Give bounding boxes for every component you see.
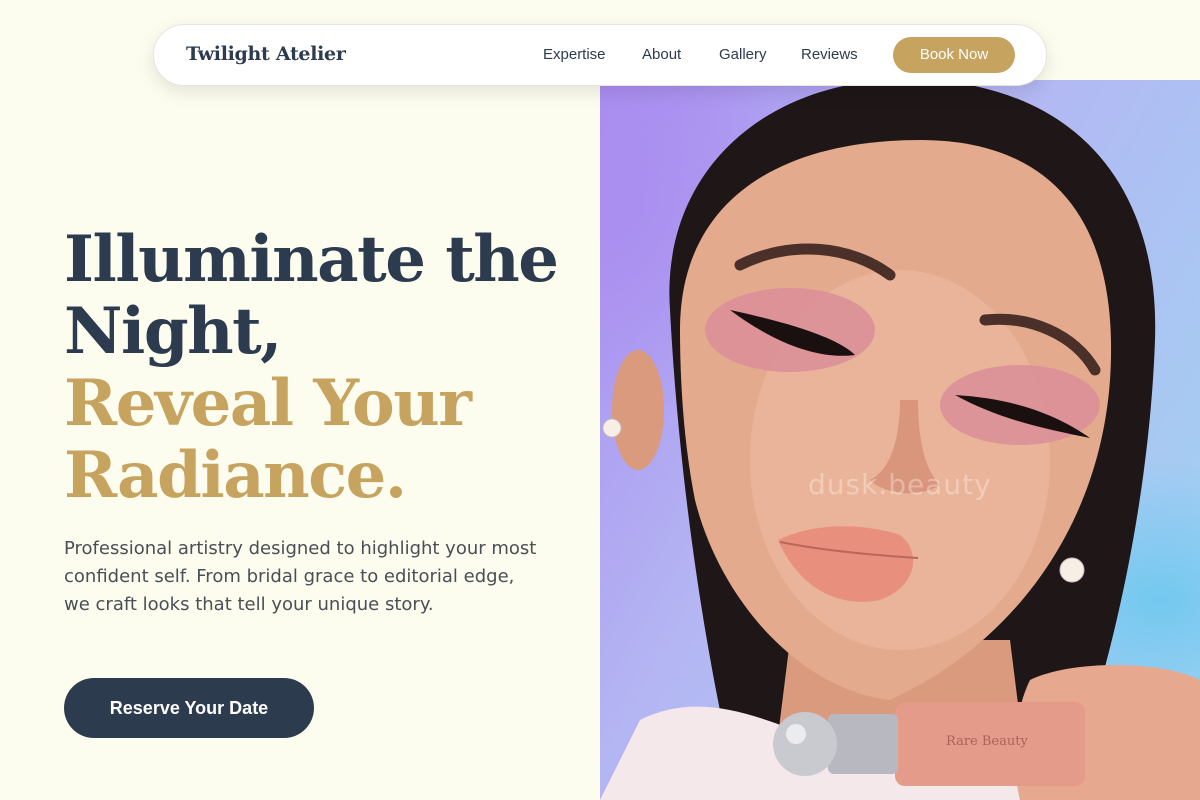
hero-description: Professional artistry designed to highli… — [64, 538, 537, 615]
brand-logo[interactable]: Twilight Atelier — [186, 43, 346, 65]
landing-page: dusk.beauty Rare Beauty Twilight Atelier… — [0, 0, 1200, 800]
headline-accent-line-2: Radiance. — [64, 438, 407, 513]
headline-accent-line-1: Reveal Your — [64, 366, 472, 441]
product-label: Rare Beauty — [946, 734, 1028, 749]
nav-link-expertise[interactable]: Expertise — [543, 46, 606, 63]
photo-watermark: dusk.beauty — [808, 468, 992, 501]
top-navbar: Twilight Atelier Expertise About Gallery… — [153, 24, 1047, 86]
reserve-date-button[interactable]: Reserve Your Date — [64, 678, 314, 738]
headline-line-2: Night, — [64, 294, 282, 369]
nav-link-reviews[interactable]: Reviews — [801, 46, 858, 63]
model-portrait-illustration — [600, 80, 1200, 800]
nav-link-gallery[interactable]: Gallery — [719, 46, 767, 63]
nav-link-about[interactable]: About — [642, 46, 681, 63]
book-now-button[interactable]: Book Now — [893, 37, 1015, 73]
headline-line-1: Illuminate the — [64, 222, 559, 297]
hero-photo: dusk.beauty Rare Beauty — [600, 80, 1200, 800]
hero-headline: Illuminate the Night, Reveal Your Radian… — [64, 224, 584, 512]
